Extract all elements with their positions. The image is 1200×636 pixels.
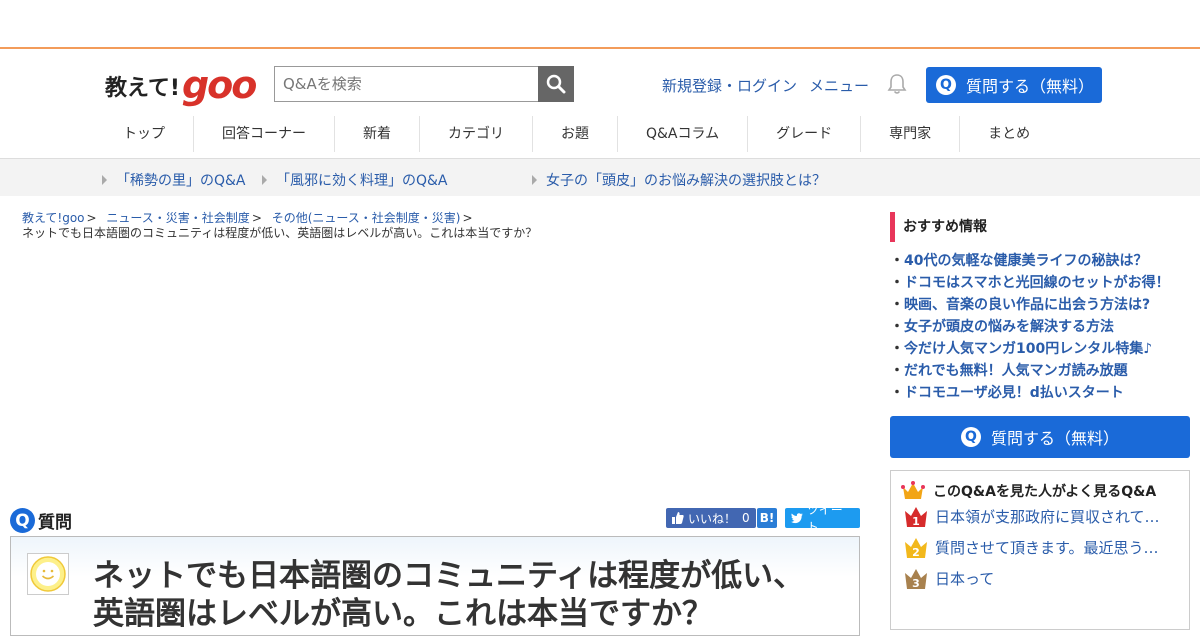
- question-title: ネットでも日本語圏のコミュニティは程度が低い、英語圏はレベルが高い。これは本当で…: [93, 558, 805, 632]
- recommend-item[interactable]: 女子が頭皮の悩みを解決する方法: [890, 316, 1190, 338]
- ask-button-label: 質問する（無料）: [966, 77, 1095, 96]
- rank-number: 1: [912, 515, 920, 528]
- avatar[interactable]: [27, 553, 69, 595]
- promo-label: 「風邪に効く料理」のQ&A: [276, 173, 448, 189]
- bell-icon[interactable]: [886, 73, 908, 95]
- ranking-link: 質問させて頂きます。最近思う…: [935, 539, 1159, 557]
- tweet-label: ツイート: [806, 503, 843, 534]
- rank-number: 2: [912, 546, 920, 559]
- promo-label: 女子の「頭皮」のお悩み解決の選択肢とは？: [546, 173, 826, 189]
- menu-link[interactable]: メニュー: [809, 75, 869, 96]
- nav-top[interactable]: トップ: [95, 116, 194, 152]
- nav-category[interactable]: カテゴリ: [420, 116, 533, 152]
- search-icon: [546, 74, 566, 94]
- breadcrumb-item[interactable]: その他(ニュース・社会制度・災害): [272, 211, 461, 225]
- triangle-right-icon: [102, 175, 107, 185]
- main-nav: トップ 回答コーナー 新着 カテゴリ お題 Q&Aコラム グレード 専門家 まと…: [95, 116, 1058, 152]
- rank-2-icon: 2: [905, 537, 927, 559]
- nav-topic[interactable]: お題: [533, 116, 618, 152]
- logo-text: 教えて!: [105, 76, 180, 101]
- register-login-link[interactable]: 新規登録・ログイン: [662, 75, 797, 96]
- logo-brand: goo: [181, 63, 257, 107]
- sidebar: おすすめ情報 40代の気軽な健康美ライフの秘訣は？ ドコモはスマホと光回線のセッ…: [890, 212, 1190, 630]
- search-bar: [274, 66, 574, 102]
- recommend-item[interactable]: だれでも無料！人気マンガ読み放題: [890, 360, 1190, 382]
- smiley-avatar-icon: [30, 556, 66, 592]
- site-logo[interactable]: 教えて! goo: [105, 63, 257, 107]
- ask-button-label: 質問する（無料）: [990, 429, 1119, 448]
- recommend-item[interactable]: 40代の気軽な健康美ライフの秘訣は？: [890, 250, 1190, 272]
- like-label: いいね！: [688, 511, 737, 526]
- question-label: 質問: [38, 513, 72, 533]
- recommend-list: 40代の気軽な健康美ライフの秘訣は？ ドコモはスマホと光回線のセットがお得！ 映…: [890, 250, 1190, 404]
- ranking-item[interactable]: 2 質問させて頂きます。最近思う…: [891, 532, 1189, 563]
- ranking-item[interactable]: 1 日本領が支那政府に買収されて…: [891, 501, 1189, 532]
- top-banner-area: [0, 0, 1200, 49]
- like-button[interactable]: いいね！ 0: [666, 508, 756, 528]
- hatena-label: B!: [759, 511, 775, 525]
- promo-bar: 「稀勢の里」のQ&A 「風邪に効く料理」のQ&A 女子の「頭皮」のお悩み解決の選…: [0, 158, 1200, 196]
- recommend-item[interactable]: ドコモユーザ必見！d払いスタート: [890, 382, 1190, 404]
- search-input[interactable]: [274, 66, 538, 102]
- nav-experts[interactable]: 専門家: [861, 116, 961, 152]
- q-icon: Q: [936, 75, 956, 95]
- nav-new[interactable]: 新着: [335, 116, 420, 152]
- breadcrumb-item[interactable]: ニュース・災害・社会制度: [106, 211, 249, 225]
- rank-number: 3: [912, 577, 920, 590]
- like-count: 0: [742, 511, 750, 525]
- rank-3-icon: 3: [905, 568, 927, 590]
- nav-answer-corner[interactable]: 回答コーナー: [194, 116, 335, 152]
- site-header: 教えて! goo 新規登録・ログイン メニュー Q 質問する（無料） トップ 回…: [0, 50, 1200, 158]
- breadcrumb: 教えて!goo > ニュース・災害・社会制度 > その他(ニュース・社会制度・災害)…: [22, 211, 538, 240]
- triangle-right-icon: [262, 175, 267, 185]
- recommend-title: おすすめ情報: [890, 212, 1190, 242]
- twitter-bird-icon: [791, 512, 803, 523]
- recommend-item[interactable]: 映画、音楽の良い作品に出会う方法は?: [890, 294, 1190, 316]
- related-ranking: このQ&Aを見た人がよく見るQ&A 1 日本領が支那政府に買収されて… 2 質問…: [890, 470, 1190, 630]
- ranking-item[interactable]: 3 日本って: [891, 563, 1189, 594]
- promo-link[interactable]: 「稀勢の里」のQ&A: [102, 170, 246, 190]
- q-icon: Q: [960, 427, 981, 447]
- rank-1-icon: 1: [905, 506, 927, 528]
- hatena-bookmark-button[interactable]: B!: [757, 508, 777, 528]
- ranking-title: このQ&Aを見た人がよく見るQ&A: [933, 484, 1157, 500]
- nav-matome[interactable]: まとめ: [960, 116, 1058, 152]
- thumbs-up-icon: [672, 512, 684, 524]
- ranking-link: 日本領が支那政府に買収されて…: [935, 508, 1160, 526]
- nav-grade[interactable]: グレード: [748, 116, 862, 152]
- ranking-header: このQ&Aを見た人がよく見るQ&A: [891, 471, 1189, 501]
- q-icon: Q: [10, 508, 35, 533]
- search-button[interactable]: [538, 66, 574, 102]
- breadcrumb-current: ネットでも日本語圏のコミュニティは程度が低い、英語圏はレベルが高い。これは本当で…: [22, 226, 538, 240]
- recommend-item[interactable]: 今だけ人気マンガ100円レンタル特集♪: [890, 338, 1190, 360]
- promo-link[interactable]: 女子の「頭皮」のお悩み解決の選択肢とは？: [532, 170, 826, 190]
- nav-qa-column[interactable]: Q&Aコラム: [618, 116, 749, 152]
- triangle-right-icon: [532, 175, 537, 185]
- ask-question-button[interactable]: Q 質問する（無料）: [926, 67, 1102, 103]
- recommend-item[interactable]: ドコモはスマホと光回線のセットがお得！: [890, 272, 1190, 294]
- breadcrumb-item[interactable]: 教えて!goo: [22, 211, 85, 225]
- sidebar-ask-button[interactable]: Q 質問する（無料）: [890, 416, 1190, 458]
- ranking-link: 日本って: [935, 570, 995, 588]
- question-box: ネットでも日本語圏のコミュニティは程度が低い、英語圏はレベルが高い。これは本当で…: [10, 536, 860, 636]
- promo-link[interactable]: 「風邪に効く料理」のQ&A: [262, 170, 448, 190]
- tweet-button[interactable]: ツイート: [785, 503, 860, 534]
- question-heading: Q 質問: [10, 508, 72, 533]
- crown-icon: [901, 481, 925, 499]
- promo-label: 「稀勢の里」のQ&A: [116, 173, 246, 189]
